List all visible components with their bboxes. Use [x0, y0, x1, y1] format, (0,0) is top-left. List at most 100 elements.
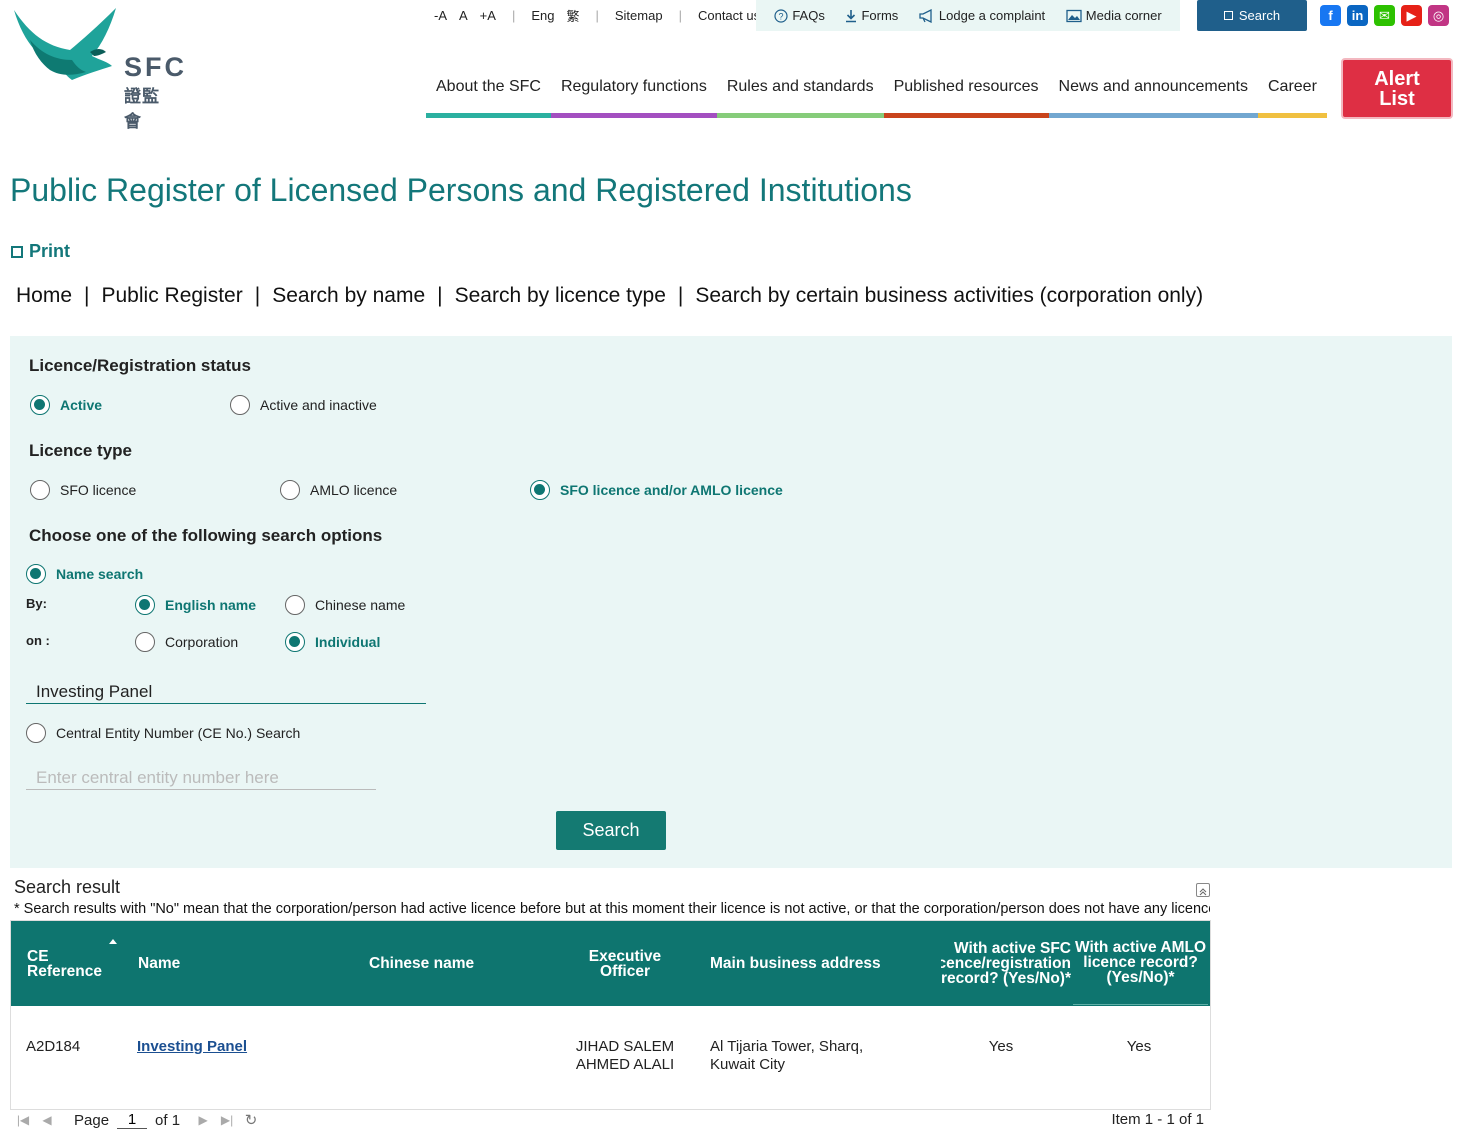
alert-list-label: Alert List	[1374, 67, 1420, 110]
download-icon	[846, 9, 857, 22]
utility-bar: -A A +A | Eng 繁 | Sitemap | Contact us	[428, 0, 766, 30]
divider: |	[511, 7, 516, 23]
status-active-radio[interactable]: Active	[30, 395, 102, 415]
english-name-label: English name	[165, 597, 257, 613]
radio-unchecked-icon	[280, 480, 300, 500]
sort-ascending-icon	[109, 939, 117, 944]
image-icon	[1066, 9, 1082, 22]
font-large-button[interactable]: +A	[474, 8, 502, 23]
licence-amlo-radio[interactable]: AMLO licence	[280, 480, 397, 500]
ce-search-label: Central Entity Number (CE No.) Search	[56, 725, 301, 741]
cell-ce-reference: A2D184	[26, 1038, 81, 1055]
complaint-link[interactable]: Lodge a complaint	[919, 8, 1045, 23]
breadcrumb-link[interactable]: Search by licence type	[455, 284, 666, 308]
social-links: f in ✉ ▶ ◎	[1320, 5, 1449, 26]
licence-both-radio[interactable]: SFO licence and/or AMLO licence	[530, 480, 783, 500]
radio-unchecked-icon	[30, 480, 50, 500]
print-button[interactable]: Print	[11, 241, 70, 262]
name-search-input[interactable]	[26, 682, 426, 704]
nav-item-3[interactable]: Published resources	[883, 60, 1049, 118]
col-chinese-name[interactable]: Chinese name	[369, 921, 569, 1006]
licence-sfo-radio[interactable]: SFO licence	[30, 480, 136, 500]
nav-item-1[interactable]: Regulatory functions	[550, 60, 717, 118]
individual-label: Individual	[315, 634, 381, 650]
linkedin-icon[interactable]: in	[1347, 5, 1368, 26]
megaphone-icon	[919, 8, 932, 23]
results-grid-header: CE Reference Name Chinese name Executive…	[11, 921, 1210, 1006]
ce-search-radio[interactable]: Central Entity Number (CE No.) Search	[26, 723, 300, 743]
media-link[interactable]: Media corner	[1066, 8, 1162, 23]
youtube-icon[interactable]: ▶	[1401, 5, 1422, 26]
lang-zh-link[interactable]: 繁	[560, 6, 585, 25]
wechat-icon[interactable]: ✉	[1374, 5, 1395, 26]
page-label: Page	[74, 1111, 110, 1129]
print-icon	[11, 245, 23, 258]
radio-checked-icon	[530, 480, 550, 500]
nav-item-0[interactable]: About the SFC	[426, 60, 551, 118]
breadcrumb-separator: |	[84, 284, 90, 307]
alert-list-button[interactable]: Alert List	[1341, 58, 1453, 119]
search-button[interactable]: Search	[556, 811, 666, 850]
name-search-label: Name search	[56, 566, 144, 582]
breadcrumb-link[interactable]: Public Register	[102, 284, 243, 308]
breadcrumb-separator: |	[254, 284, 261, 307]
cell-executive-officer: JIHAD SALEM AHMED ALALI	[575, 1038, 675, 1073]
lang-en-link[interactable]: Eng	[525, 8, 560, 23]
font-normal-button[interactable]: A	[453, 8, 474, 23]
forms-link[interactable]: Forms	[845, 8, 898, 23]
col-executive-officer[interactable]: Executive Officer	[575, 921, 675, 1006]
col-active-amlo[interactable]: With active AMLO licence record? (Yes/No…	[1073, 921, 1208, 1005]
first-page-icon[interactable]: |◀	[16, 1113, 30, 1127]
licence-sfo-label: SFO licence	[60, 482, 137, 498]
refresh-icon[interactable]: ↻	[244, 1112, 258, 1129]
nav-item-5[interactable]: Career	[1258, 60, 1327, 118]
sfc-logo[interactable]: SFC 證監會	[12, 4, 184, 132]
page-number-input[interactable]	[117, 1111, 148, 1129]
collapse-up-icon[interactable]	[1196, 883, 1210, 897]
faqs-link[interactable]: ? FAQs	[774, 8, 825, 23]
english-name-radio[interactable]: English name	[135, 595, 256, 615]
search-icon	[1223, 11, 1233, 20]
radio-unchecked-icon	[135, 632, 155, 652]
col-main-business-address[interactable]: Main business address	[710, 921, 940, 1006]
sitemap-link[interactable]: Sitemap	[609, 8, 669, 23]
last-page-icon[interactable]: ▶|	[220, 1113, 234, 1127]
ce-number-input[interactable]	[26, 768, 376, 790]
breadcrumb-separator: |	[437, 284, 443, 307]
facebook-icon[interactable]: f	[1320, 5, 1341, 26]
col-ce-reference[interactable]: CE Reference	[27, 921, 117, 1006]
individual-radio[interactable]: Individual	[285, 632, 380, 652]
next-page-icon[interactable]: ▶	[196, 1113, 210, 1127]
radio-checked-icon	[26, 564, 46, 584]
corporation-radio[interactable]: Corporation	[135, 632, 238, 652]
status-active-inactive-radio[interactable]: Active and inactive	[230, 395, 377, 415]
col-name[interactable]: Name	[138, 921, 338, 1006]
page-of-label: of 1	[155, 1111, 181, 1129]
header-search-button[interactable]: Search	[1197, 0, 1307, 31]
instagram-icon[interactable]: ◎	[1428, 5, 1449, 26]
nav-item-4[interactable]: News and announcements	[1048, 60, 1258, 118]
col-active-sfc[interactable]: With active SFC licence/registration rec…	[941, 921, 1071, 1006]
table-row: A2D184 Investing Panel JIHAD SALEM AHMED A…	[11, 1006, 1210, 1101]
radio-checked-icon	[285, 632, 305, 652]
breadcrumb-link[interactable]: Search by name	[272, 284, 425, 308]
chinese-name-radio[interactable]: Chinese name	[285, 595, 405, 615]
status-active-label: Active	[60, 397, 103, 413]
search-result-note: * Search results with "No" mean that the…	[14, 901, 1210, 917]
breadcrumb-link[interactable]: Search by certain business activities (c…	[695, 284, 1203, 308]
cell-active-amlo: Yes	[1126, 1038, 1152, 1055]
name-search-radio[interactable]: Name search	[26, 564, 143, 584]
prev-page-icon[interactable]: ◀	[40, 1113, 54, 1127]
svg-text:?: ?	[779, 11, 784, 21]
eagle-logo-icon	[14, 8, 116, 80]
corporation-label: Corporation	[165, 634, 239, 650]
nav-item-2[interactable]: Rules and standards	[716, 60, 884, 118]
contact-link[interactable]: Contact us	[692, 8, 766, 23]
font-small-button[interactable]: -A	[428, 8, 453, 23]
cell-name-link[interactable]: Investing Panel	[137, 1038, 357, 1056]
status-active-inactive-label: Active and inactive	[260, 397, 377, 413]
radio-unchecked-icon	[285, 595, 305, 615]
breadcrumb-link[interactable]: Home	[16, 284, 72, 308]
complaint-label: Lodge a complaint	[938, 8, 1046, 23]
search-form-panel: Licence/Registration status Active Activ…	[10, 336, 1452, 868]
